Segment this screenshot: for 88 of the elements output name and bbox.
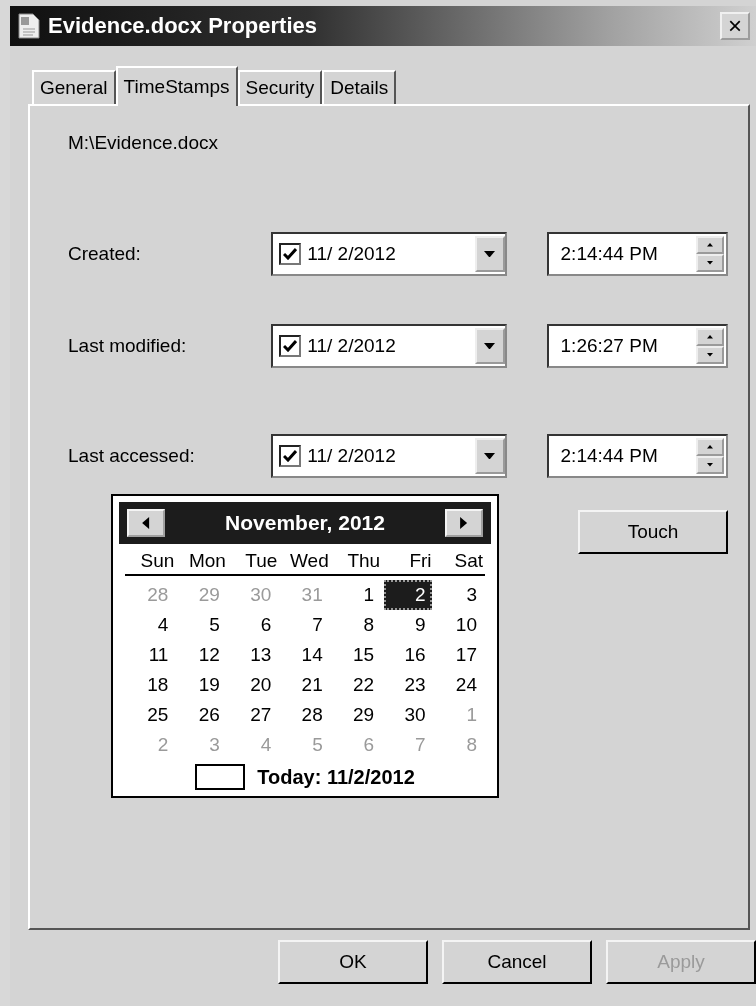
- calendar-day[interactable]: 27: [229, 700, 278, 730]
- caret-icon: [707, 445, 713, 449]
- caret-icon: [707, 335, 713, 339]
- calendar-day[interactable]: 26: [178, 700, 226, 730]
- calendar-day[interactable]: 9: [384, 610, 432, 640]
- caret-icon: [707, 463, 713, 467]
- tab[interactable]: General: [32, 70, 116, 104]
- calendar-day[interactable]: 19: [178, 670, 226, 700]
- spin-down-button[interactable]: [696, 346, 724, 364]
- calendar-day[interactable]: 6: [229, 610, 278, 640]
- calendar-day[interactable]: 25: [127, 700, 175, 730]
- calendar-day[interactable]: 14: [281, 640, 329, 670]
- calendar-day[interactable]: 30: [384, 700, 432, 730]
- tab[interactable]: Details: [322, 70, 397, 104]
- today-link[interactable]: Today: 11/2/2012: [257, 765, 415, 789]
- time-field[interactable]: 2:14:44 PM: [546, 434, 728, 478]
- calendar-day[interactable]: 16: [384, 640, 432, 670]
- weekday-label: Wed: [288, 550, 330, 572]
- calendar-day[interactable]: 5: [178, 610, 226, 640]
- file-path: M:\Evidence.docx: [68, 132, 219, 154]
- calendar-day[interactable]: 8: [332, 610, 381, 640]
- close-button[interactable]: ×: [720, 12, 750, 40]
- spin-down-button[interactable]: [696, 254, 724, 272]
- weekday-label: Mon: [187, 550, 227, 572]
- dropdown-button[interactable]: [474, 328, 505, 364]
- calendar-day[interactable]: 10: [435, 610, 483, 640]
- calendar-day[interactable]: 2: [384, 580, 432, 610]
- calendar-day[interactable]: 3: [435, 580, 483, 610]
- date-picker[interactable]: 11/ 2/2012: [271, 324, 507, 368]
- calendar-day[interactable]: 13: [229, 640, 278, 670]
- date-picker[interactable]: 11/ 2/2012: [271, 232, 507, 276]
- dialog-button[interactable]: Cancel: [442, 940, 592, 984]
- caret-icon: [484, 250, 496, 258]
- touch-button[interactable]: Touch: [578, 510, 728, 554]
- spin-up-button[interactable]: [696, 236, 724, 254]
- calendar-day[interactable]: 21: [281, 670, 329, 700]
- time-field[interactable]: 1:26:27 PM: [546, 324, 728, 368]
- calendar-day[interactable]: 15: [332, 640, 381, 670]
- calendar-day[interactable]: 20: [229, 670, 278, 700]
- calendar-day[interactable]: 1: [332, 580, 381, 610]
- timestamp-label: Last modified:: [68, 335, 188, 357]
- checkbox[interactable]: [279, 445, 302, 467]
- calendar-day[interactable]: 23: [384, 670, 432, 700]
- weekday-label: Fri: [408, 550, 433, 572]
- calendar-day[interactable]: 28: [281, 700, 329, 730]
- checkmark-icon: [283, 450, 298, 462]
- caret-icon: [484, 452, 496, 460]
- document-icon: [18, 13, 40, 39]
- calendar-day[interactable]: 4: [127, 610, 175, 640]
- caret-icon: [707, 353, 713, 357]
- spin-down-button[interactable]: [696, 456, 724, 474]
- weekday-label: Tue: [244, 550, 279, 572]
- caret-icon: [707, 261, 713, 265]
- dropdown-button[interactable]: [474, 236, 505, 272]
- date-picker[interactable]: 11/ 2/2012: [271, 434, 507, 478]
- right-arrow-icon: [460, 517, 468, 529]
- spin-up-button[interactable]: [696, 438, 724, 456]
- time-field[interactable]: 2:14:44 PM: [546, 232, 728, 276]
- today-marker-icon: [195, 764, 246, 790]
- calendar-day[interactable]: 7: [281, 610, 329, 640]
- timestamp-label: Created:: [68, 243, 142, 265]
- weekday-label: Sat: [453, 550, 484, 572]
- calendar-day[interactable]: 24: [435, 670, 483, 700]
- calendar-day[interactable]: 22: [332, 670, 381, 700]
- checkbox[interactable]: [279, 243, 302, 265]
- dropdown-button[interactable]: [474, 438, 505, 474]
- tab[interactable]: TimeStamps: [115, 66, 238, 106]
- previous-month-button[interactable]: [127, 509, 165, 537]
- calendar-day[interactable]: 17: [435, 640, 483, 670]
- calendar-day[interactable]: 12: [178, 640, 226, 670]
- month-title: November, 2012: [225, 511, 385, 535]
- spin-up-button[interactable]: [696, 328, 724, 346]
- checkmark-icon: [283, 248, 298, 260]
- left-arrow-icon: [142, 517, 150, 529]
- caret-icon: [484, 342, 496, 350]
- weekday-label: Thu: [346, 550, 382, 572]
- calendar-day[interactable]: 18: [127, 670, 175, 700]
- calendar-day[interactable]: 11: [127, 640, 175, 670]
- window-title: Evidence.docx Properties: [48, 13, 318, 39]
- timestamp-label: Last accessed:: [68, 445, 196, 467]
- checkbox[interactable]: [279, 335, 302, 357]
- weekday-label: Sun: [139, 550, 176, 572]
- checkmark-icon: [283, 340, 298, 352]
- dialog-button[interactable]: OK: [278, 940, 428, 984]
- next-month-button[interactable]: [445, 509, 483, 537]
- caret-icon: [707, 243, 713, 247]
- calendar-day[interactable]: 29: [332, 700, 381, 730]
- tab[interactable]: Security: [237, 70, 323, 104]
